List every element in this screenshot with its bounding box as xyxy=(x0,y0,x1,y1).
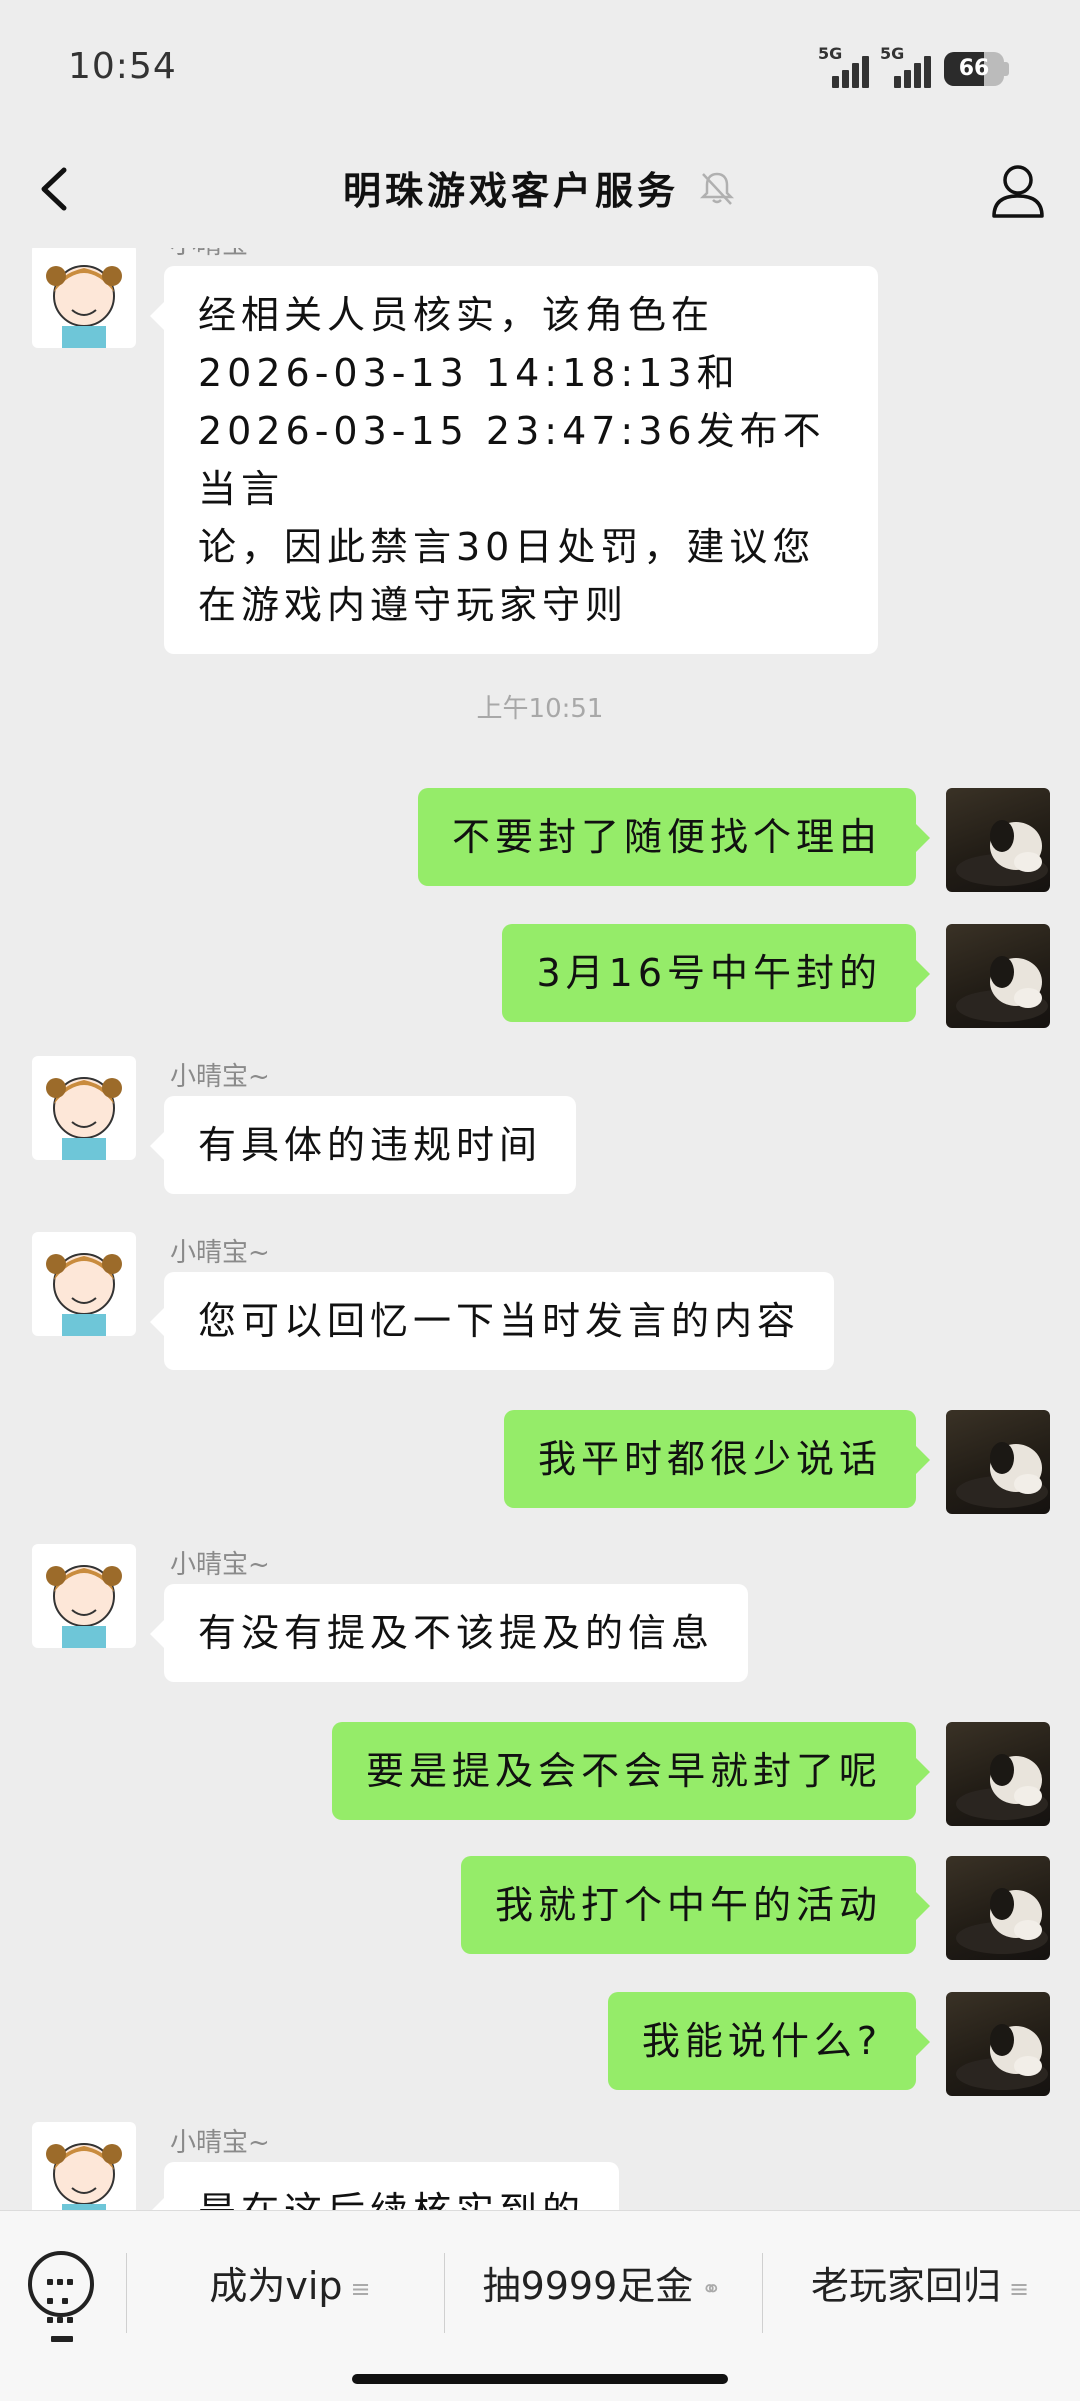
dog-photo-icon xyxy=(956,2024,1048,2090)
cartoon-girl-icon xyxy=(46,1077,122,1160)
bell-off-icon xyxy=(699,172,735,205)
user-avatar[interactable] xyxy=(946,1722,1050,1826)
cartoon-girl-icon xyxy=(46,2143,122,2210)
agent-avatar[interactable] xyxy=(32,1056,136,1160)
dog-photo-icon xyxy=(956,1888,1048,1954)
message-bubble[interactable]: 您可以回忆一下当时发言的内容 xyxy=(149,1272,835,1370)
bottom-menu-bar: 成为vip ≡ 抽9999足金 ⚭ 老玩家回归 ≡ xyxy=(0,2210,1080,2401)
message-line: 2026-03-13 14:18:13和 xyxy=(198,351,740,395)
message-bubble[interactable]: 我就打个中午的活动 xyxy=(460,1856,931,1954)
cartoon-girl-icon xyxy=(46,1253,122,1336)
menu-icon: ≡ xyxy=(1008,2274,1030,2303)
profile-button[interactable] xyxy=(986,158,1050,222)
network-label: 5G xyxy=(880,44,905,63)
signal-icon: 5G xyxy=(880,44,931,88)
message-line: 论，因此禁言30日处罚，建议您 xyxy=(198,525,816,569)
link-icon: ⚭ xyxy=(701,2274,722,2303)
battery-icon: 66 xyxy=(944,52,1004,86)
message-line: 2026-03-15 23:47:36发布不当言 xyxy=(198,409,826,511)
sender-name: 小晴宝~ xyxy=(170,248,270,261)
message-bubble[interactable]: 有没有提及不该提及的信息 xyxy=(149,1584,749,1682)
home-indicator[interactable] xyxy=(352,2374,728,2384)
message-bubble[interactable]: 经相关人员核实，该角色在 2026-03-13 14:18:13和 2026-0… xyxy=(150,266,878,654)
sender-name: 小晴宝~ xyxy=(170,2128,270,2158)
user-avatar[interactable] xyxy=(946,924,1050,1028)
sender-name: 小晴宝~ xyxy=(170,1550,270,1580)
person-icon xyxy=(992,165,1044,218)
page-title: 明珠游戏客户服务 xyxy=(342,169,679,213)
status-bar: 10:54 5G 5G 66 xyxy=(0,0,1080,130)
signal-icon: 5G xyxy=(818,44,869,88)
message-bubble[interactable]: 我平时都很少说话 xyxy=(503,1410,931,1508)
menu-draw-gold[interactable]: 抽9999足金 ⚭ xyxy=(452,2251,752,2321)
message-bubble[interactable]: 是在这后续核实到的 xyxy=(149,2162,620,2210)
dog-photo-icon xyxy=(956,956,1048,1022)
message-bubble[interactable]: 有具体的违规时间 xyxy=(149,1096,577,1194)
user-avatar[interactable] xyxy=(946,788,1050,892)
message-line: 经相关人员核实，该角色在 xyxy=(198,293,715,337)
keyboard-icon xyxy=(45,2271,79,2347)
cartoon-girl-icon xyxy=(46,265,122,348)
user-avatar[interactable] xyxy=(946,1410,1050,1514)
clock: 10:54 xyxy=(68,46,177,87)
chat-header: 明珠游戏客户服务 xyxy=(0,130,1080,248)
network-label: 5G xyxy=(818,44,843,63)
menu-returning-player[interactable]: 老玩家回归 ≡ xyxy=(770,2251,1070,2321)
menu-become-vip[interactable]: 成为vip ≡ xyxy=(140,2251,440,2321)
message-bubble[interactable]: 我能说什么? xyxy=(607,1992,931,2090)
message-list[interactable]: 小晴宝~ 经相关人员核实，该角色在 2026-03-13 14:18:13和 2… xyxy=(0,248,1080,2210)
sender-name: 小晴宝~ xyxy=(170,1062,270,1092)
keyboard-toggle-button[interactable] xyxy=(28,2251,94,2342)
agent-avatar[interactable] xyxy=(32,2122,136,2210)
user-avatar[interactable] xyxy=(946,1856,1050,1960)
cartoon-girl-icon xyxy=(46,1565,122,1648)
dog-photo-icon xyxy=(956,1442,1048,1508)
message-bubble[interactable]: 3月16号中午封的 xyxy=(502,924,930,1022)
message-bubble[interactable]: 要是提及会不会早就封了呢 xyxy=(331,1722,931,1820)
user-avatar[interactable] xyxy=(946,1992,1050,2096)
dog-photo-icon xyxy=(956,1754,1048,1820)
message-bubble[interactable]: 不要封了随便找个理由 xyxy=(417,788,931,886)
battery-level: 66 xyxy=(958,56,990,81)
menu-icon: ≡ xyxy=(350,2274,371,2303)
dog-photo-icon xyxy=(956,820,1048,886)
agent-avatar[interactable] xyxy=(32,248,136,348)
sender-name: 小晴宝~ xyxy=(170,1238,270,1268)
timestamp: 上午10:51 xyxy=(476,694,604,724)
message-line: 在游戏内遵守玩家守则 xyxy=(198,583,629,627)
agent-avatar[interactable] xyxy=(32,1232,136,1336)
agent-avatar[interactable] xyxy=(32,1544,136,1648)
